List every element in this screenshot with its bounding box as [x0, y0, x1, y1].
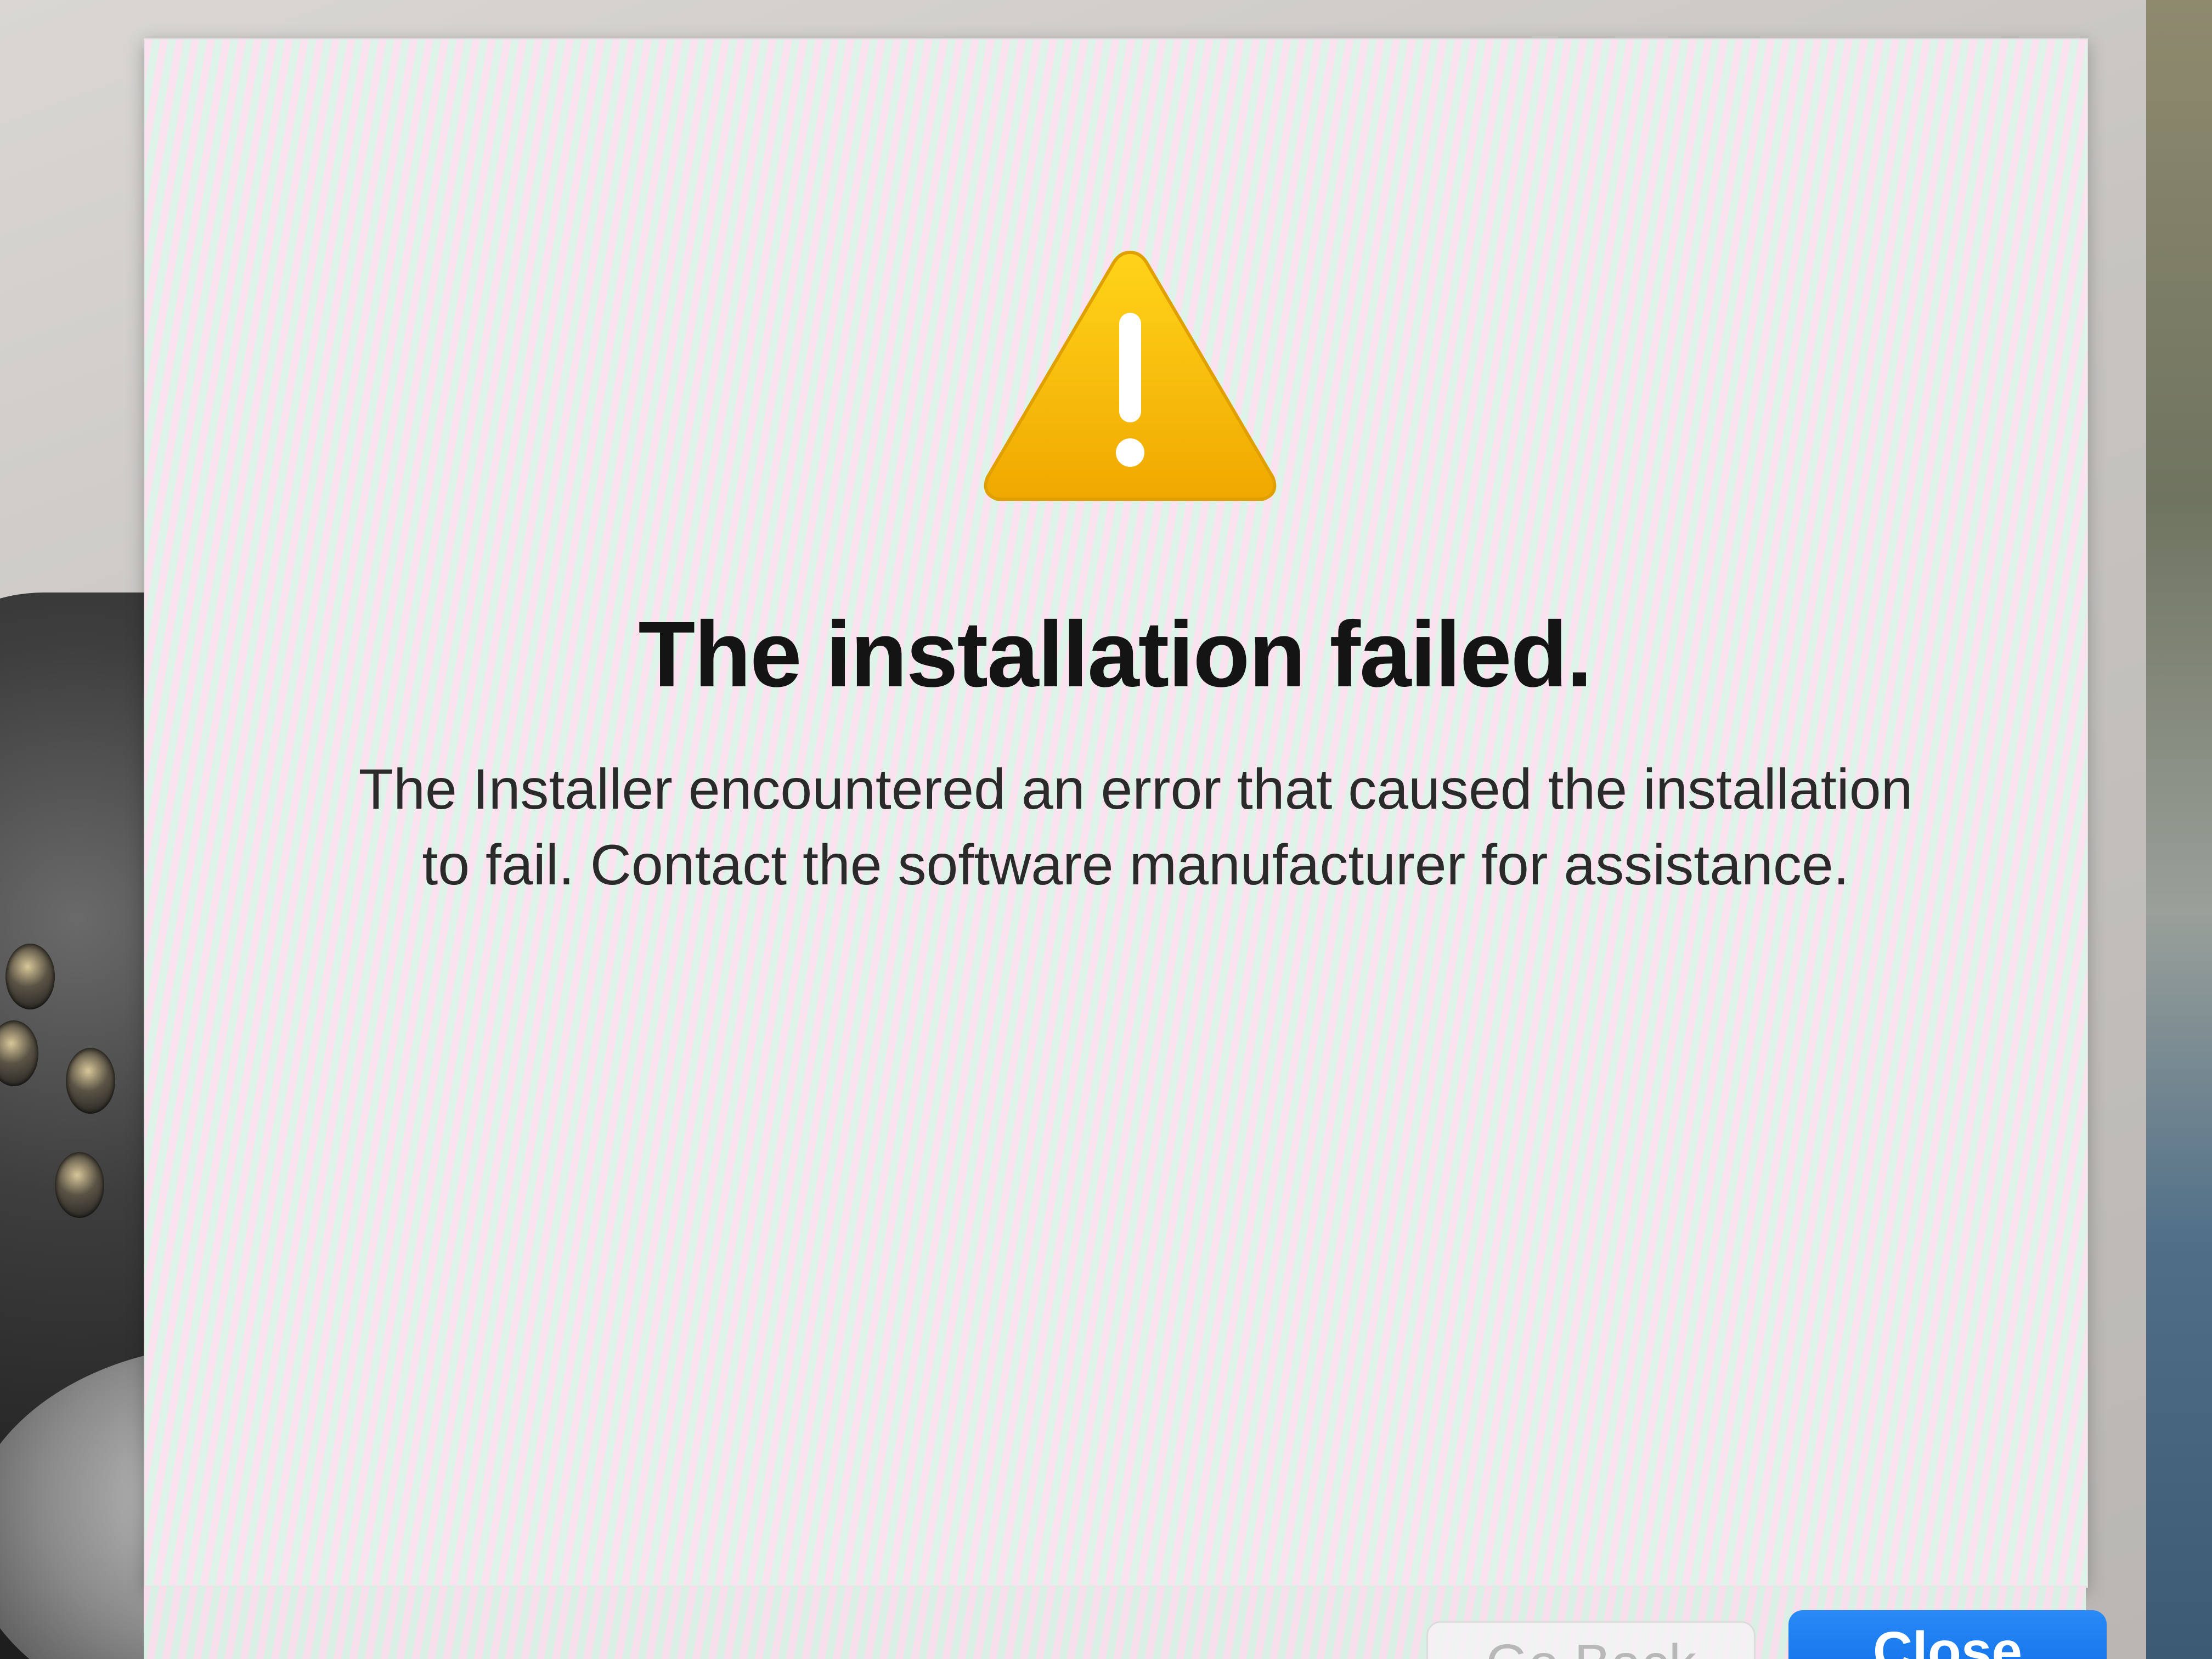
error-title: The installation failed.: [638, 602, 1592, 707]
controller-button: [0, 1020, 38, 1086]
close-button[interactable]: Close: [1788, 1610, 2107, 1659]
desktop-wallpaper: [2146, 0, 2212, 1659]
controller-button: [66, 1048, 115, 1114]
controller-button: [55, 1152, 104, 1218]
warning-triangle-icon: [984, 250, 1277, 501]
go-back-button[interactable]: Go Back: [1426, 1621, 1756, 1659]
controller-button: [5, 944, 55, 1009]
screen: The installation failed. The Installer e…: [0, 0, 2212, 1659]
error-message: The Installer encountered an error that …: [358, 758, 1913, 897]
